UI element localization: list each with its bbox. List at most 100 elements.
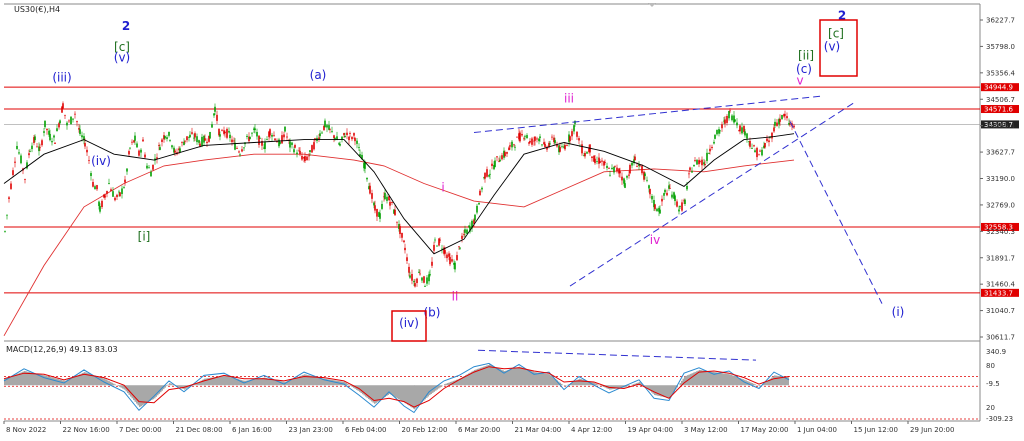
candle-body (766, 138, 768, 142)
macd-histogram-bar (702, 370, 704, 386)
candle-body (649, 188, 651, 195)
macd-y-tick-label: -309.23 (986, 415, 1013, 423)
candle-body (34, 136, 36, 141)
candle-body (746, 133, 748, 139)
candle-body (754, 150, 756, 153)
candle-body (454, 262, 456, 270)
macd-histogram-bar (720, 372, 722, 386)
candle-body (604, 162, 606, 163)
candle-body (62, 103, 64, 109)
x-tick-label: 3 May 12:00 (684, 426, 728, 434)
candle-body (416, 278, 418, 284)
macd-histogram-bar (693, 372, 695, 386)
macd-histogram-bar (393, 385, 395, 397)
candle-body (279, 141, 281, 144)
candle-body (331, 131, 333, 132)
candle-body (306, 156, 308, 161)
x-tick-label: 22 Nov 16:00 (63, 426, 110, 434)
wave-label: (iii) (52, 71, 71, 85)
candle-body (496, 156, 498, 158)
candle-body (716, 130, 718, 135)
candle-body (524, 135, 526, 137)
candle-body (541, 144, 543, 146)
macd-histogram-bar (595, 383, 597, 386)
x-tick-label: 21 Dec 08:00 (176, 426, 223, 434)
candle-body (211, 124, 213, 128)
candle-body (731, 115, 733, 121)
macd-histogram-bar (220, 375, 222, 386)
candle-body (674, 195, 676, 201)
candle-body (339, 143, 341, 146)
candle-body (759, 150, 761, 152)
macd-histogram-bar (410, 385, 412, 407)
macd-y-tick-label: -9.5 (986, 380, 1000, 388)
candle-body (114, 197, 116, 201)
candle-body (701, 159, 703, 166)
candle-body (688, 173, 690, 175)
macd-histogram-bar (691, 373, 693, 386)
candle-body (424, 286, 426, 287)
candle-body (108, 183, 110, 184)
candle-body (266, 139, 268, 141)
candle-body (418, 271, 420, 273)
macd-histogram-bar (538, 372, 540, 386)
candle-body (311, 145, 313, 153)
macd-histogram-bar (679, 383, 681, 386)
candle-body (168, 131, 170, 136)
candle-body (544, 143, 546, 148)
macd-histogram-bar (363, 385, 365, 396)
candle-body (284, 126, 286, 132)
x-tick-label: 17 May 20:00 (741, 426, 789, 434)
candle-body (439, 239, 441, 241)
candle-body (10, 183, 12, 189)
candle-body (711, 146, 713, 149)
candle-body (751, 148, 753, 149)
candle-body (96, 185, 98, 190)
candle-body (623, 178, 625, 184)
candle-body (709, 148, 711, 152)
candle-body (399, 226, 401, 235)
candle-body (236, 148, 238, 149)
y-tick-label: 31891.7 (986, 254, 1015, 262)
x-tick-label: 19 Apr 04:00 (628, 426, 674, 434)
candle-body (464, 229, 466, 233)
candle-body (43, 131, 45, 133)
macd-histogram-bar (505, 370, 507, 386)
candle-body (401, 232, 403, 238)
candle-body (239, 154, 241, 156)
macd-histogram-bar (404, 385, 406, 403)
candle-body (294, 144, 296, 148)
candle-body (66, 122, 68, 126)
candle-body (313, 142, 315, 150)
candle-body (214, 106, 216, 112)
candle-body (726, 116, 728, 123)
macd-histogram-bar (257, 378, 259, 386)
candle-body (221, 129, 223, 131)
candle-body (679, 206, 681, 207)
candle-body (516, 136, 518, 138)
candle-body (543, 142, 545, 145)
candle-body (259, 137, 261, 139)
candle-body (603, 161, 605, 166)
x-tick-label: 7 Dec 00:00 (119, 426, 162, 434)
candle-body (771, 132, 773, 139)
macd-histogram-bar (139, 385, 141, 408)
macd-histogram-bar (417, 385, 419, 407)
wave-label: 2 (122, 19, 130, 33)
candle-body (20, 155, 22, 164)
macd-histogram-bar (230, 377, 232, 386)
macd-histogram-bar (414, 385, 416, 410)
macd-histogram-bar (427, 385, 429, 397)
candle-body (41, 140, 43, 146)
candle-body (148, 167, 150, 169)
macd-histogram-bar (117, 385, 119, 387)
candle-body (184, 140, 186, 142)
x-tick-label: 4 Apr 12:00 (571, 426, 612, 434)
macd-histogram-bar (754, 384, 756, 386)
candle-body (329, 128, 331, 130)
macd-histogram-bar (580, 379, 582, 386)
candle-body (106, 190, 108, 194)
macd-histogram-bar (362, 385, 364, 395)
macd-histogram-bar (544, 373, 546, 386)
macd-histogram-bar (347, 383, 349, 386)
